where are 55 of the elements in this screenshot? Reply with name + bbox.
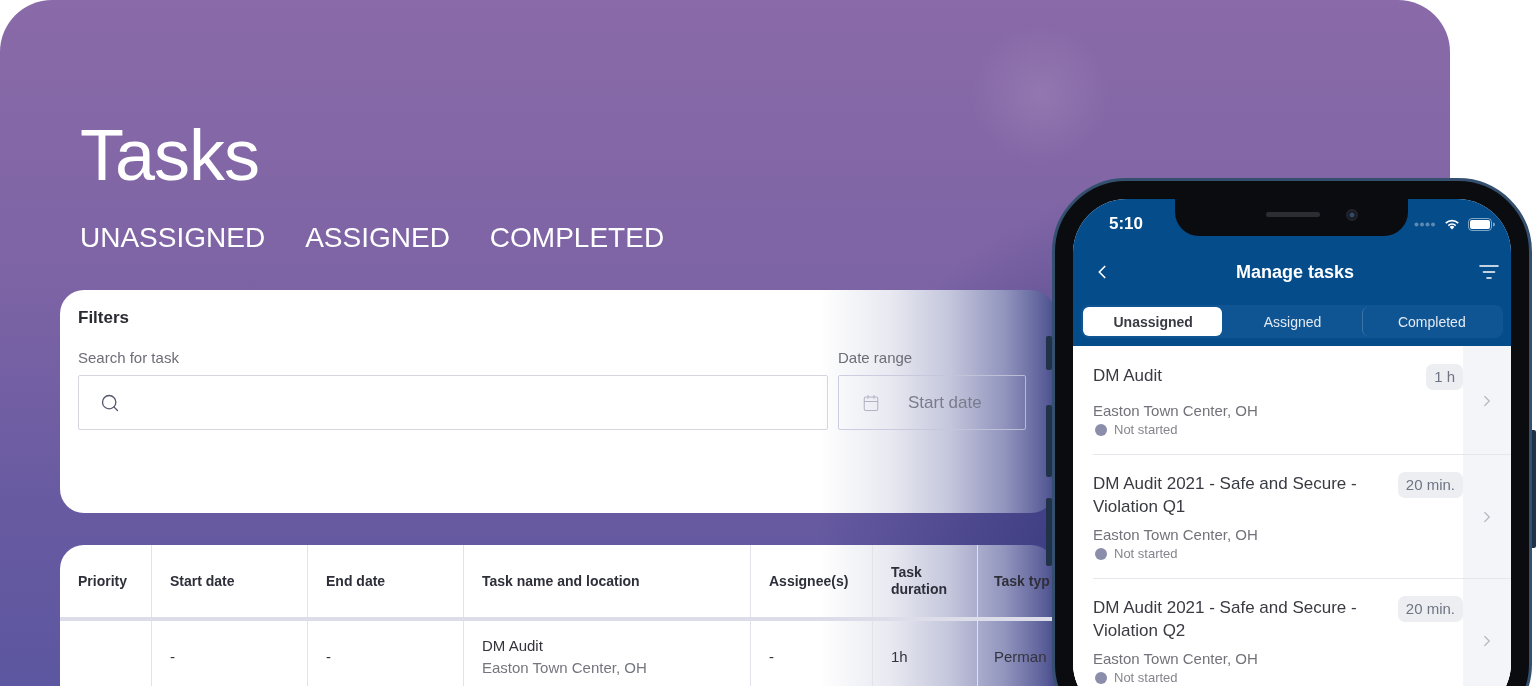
task-title: DM Audit: [1093, 365, 1162, 387]
task-status: Not started: [1114, 545, 1178, 563]
phone-side-key: [1046, 336, 1052, 370]
tab[interactable]: COMPLETED: [489, 224, 665, 255]
column-header: End date: [308, 545, 464, 617]
search-field[interactable]: [78, 375, 828, 430]
page-title: Tasks: [80, 119, 260, 191]
duration-badge: 20 min.: [1397, 472, 1463, 498]
field-label: Search for task: [78, 348, 179, 368]
phone-side-key: [1046, 498, 1052, 566]
date-field[interactable]: Start date: [838, 375, 1026, 430]
segment-tab[interactable]: Completed: [1361, 307, 1501, 336]
table-cell: 1h: [873, 621, 978, 686]
status-dot: [1095, 548, 1107, 560]
task-name: DM Audit: [482, 636, 543, 656]
tab[interactable]: UNASSIGNED: [80, 224, 266, 255]
duration-badge: 1 h: [1426, 364, 1463, 390]
screen-title: Manage tasks: [1235, 261, 1355, 283]
filter-icon: [1479, 264, 1499, 280]
task-location: Easton Town Center, OH: [1093, 401, 1258, 421]
task-location: Easton Town Center, OH: [1093, 649, 1258, 669]
table-cell: -: [152, 621, 308, 686]
task-list-item[interactable]: DM Audit 2021 - Safe and Secure - Violation Q2 20 min. Easton Town Center, OH Not started: [1073, 578, 1511, 686]
field-label: Date range: [838, 348, 913, 368]
task-location: Easton Town Center, OH: [1093, 525, 1258, 545]
table-cell: -: [751, 621, 873, 686]
duration-badge: 20 min.: [1397, 596, 1463, 622]
calendar-icon: [862, 393, 880, 412]
camera-lens: [1345, 208, 1358, 221]
column-header: Task typ: [993, 571, 1051, 591]
speaker-grille: [1265, 212, 1320, 217]
column-header: Task name and location: [464, 545, 751, 617]
task-status: Not started: [1114, 669, 1178, 686]
column-header: Assignee(s): [751, 545, 873, 617]
column-header: Task duration: [873, 545, 978, 617]
phone-side-key: [1046, 405, 1052, 477]
segment-tab[interactable]: Assigned: [1222, 307, 1362, 336]
segment-tab[interactable]: Unassigned: [1083, 307, 1223, 336]
status-dot: [1095, 672, 1107, 684]
task-title: DM Audit 2021 - Safe and Secure - Violation Q2: [1093, 597, 1358, 642]
task-title: DM Audit 2021 - Safe and Secure - Violation Q1: [1093, 473, 1358, 518]
search-icon: [100, 392, 120, 413]
battery-icon: [1468, 217, 1495, 231]
column-header: Start date: [152, 545, 308, 617]
signal-icon: [1414, 221, 1436, 227]
table-cell: -: [308, 621, 464, 686]
wifi-icon: [1444, 218, 1460, 230]
table-cell-text: Perman: [993, 647, 1048, 667]
status-dot: [1095, 424, 1107, 436]
status-time: 5:10: [1109, 214, 1144, 234]
task-status: Not started: [1114, 421, 1178, 439]
filters-title: Filters: [78, 308, 130, 328]
task-location: Easton Town Center, OH: [482, 658, 647, 678]
column-header: Priority: [60, 545, 152, 617]
tab[interactable]: ASSIGNED: [305, 224, 450, 255]
